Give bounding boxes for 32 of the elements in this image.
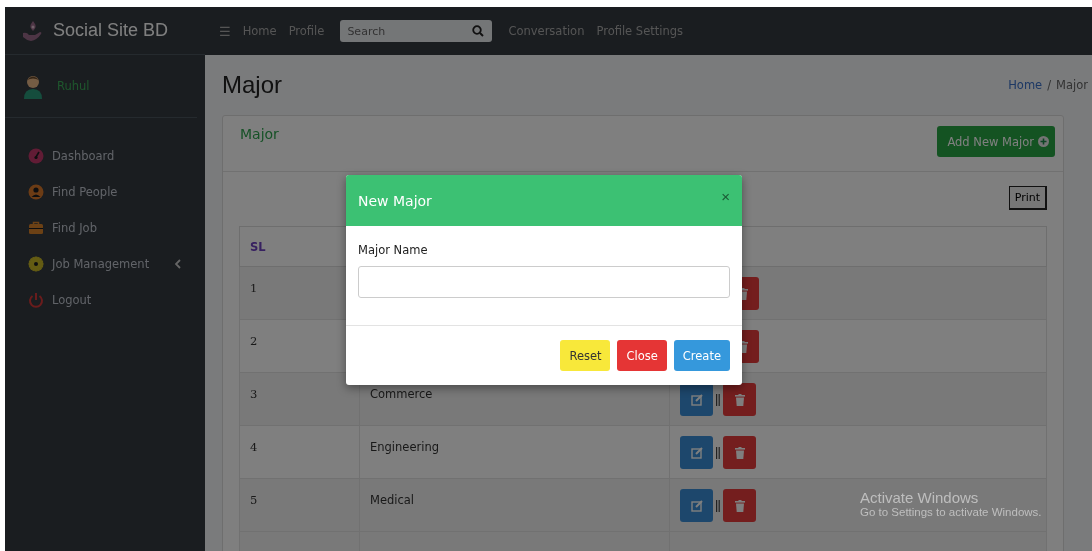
nav-link[interactable]: Profile	[288, 24, 325, 38]
breadcrumb-separator: /	[1047, 78, 1052, 92]
user-name[interactable]: Ruhul	[57, 79, 90, 93]
card-title: Major	[240, 126, 279, 142]
nav-link[interactable]: Conversation	[508, 24, 585, 38]
activation-text: Go to Settings to activate Windows.	[860, 506, 1042, 518]
sidebar-item[interactable]: Find People	[5, 174, 205, 210]
search-field[interactable]: Search	[340, 20, 493, 42]
activation-title: Activate Windows	[860, 489, 980, 506]
create-button[interactable]: Create	[673, 340, 730, 371]
modal-title: New Major	[358, 192, 432, 209]
table-cell: 5	[239, 478, 360, 532]
sidebar-item[interactable]: Dashboard	[5, 138, 205, 174]
page-title: Major	[222, 71, 282, 99]
reset-button[interactable]: Reset	[560, 340, 611, 371]
nav-link[interactable]: Profile Settings	[596, 24, 683, 38]
sidebar-item[interactable]: Job Management	[5, 246, 205, 282]
brand-title[interactable]: Social Site BD	[53, 20, 169, 41]
breadcrumb-current: Major	[1056, 78, 1088, 92]
sidebar-item[interactable]: Find Job	[5, 210, 205, 246]
print-button[interactable]: Print	[1008, 186, 1047, 210]
close-button[interactable]: Close	[617, 340, 667, 371]
breadcrumb-link[interactable]: Home	[1008, 78, 1043, 92]
add-button[interactable]: Add New Major	[937, 126, 1055, 157]
menu-icon[interactable]: ☰	[219, 23, 231, 39]
table-cell: Engineering	[359, 425, 670, 479]
table-cell: 4	[239, 425, 360, 479]
field-label: Major Name	[358, 243, 429, 257]
sidebar-item[interactable]: Logout	[5, 282, 205, 318]
nav-link[interactable]: Home	[242, 24, 277, 38]
close-button[interactable]: ×	[721, 188, 730, 205]
table-cell: Medical	[359, 478, 670, 532]
